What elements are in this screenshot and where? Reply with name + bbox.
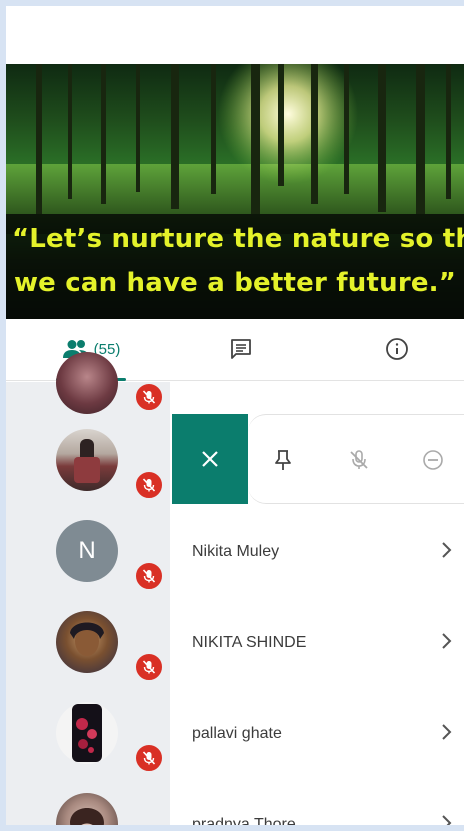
remove-icon	[423, 450, 443, 470]
close-icon	[202, 451, 218, 467]
chevron-right-icon	[442, 542, 452, 558]
info-icon	[386, 338, 408, 360]
banner-quote-line-2: we can have a better future.”	[13, 268, 457, 298]
participant-name: pradnya Thore	[192, 816, 296, 831]
mic-off-icon	[134, 652, 164, 682]
participant-list[interactable]: N Nikita Muley NIKITA SHINDE pallavi gha…	[6, 352, 464, 831]
avatar: N	[56, 520, 118, 582]
list-item[interactable]: Nikita Muley	[172, 507, 464, 597]
top-bar	[6, 6, 464, 64]
avatar	[56, 611, 118, 673]
list-item[interactable]: pradnya Thore	[172, 780, 464, 831]
chat-icon	[231, 339, 251, 359]
participant-name: NIKITA SHINDE	[192, 634, 307, 651]
pin-button[interactable]	[266, 443, 300, 477]
pin-icon	[275, 450, 291, 470]
mic-off-icon	[134, 382, 164, 412]
mic-off-icon	[134, 743, 164, 773]
chevron-right-icon	[442, 815, 452, 825]
participant-name: Nikita Muley	[192, 543, 280, 560]
banner-quote-line-1: “Let’s nurture the nature so that	[12, 224, 464, 254]
app-frame: “Let’s nurture the nature so that we can…	[0, 0, 464, 831]
mic-off-icon	[134, 561, 164, 591]
tab-chat[interactable]	[216, 319, 266, 379]
avatar	[56, 429, 118, 491]
presentation-banner: “Let’s nurture the nature so that we can…	[6, 64, 464, 319]
mic-off-icon	[134, 470, 164, 500]
participant-action-bar	[172, 414, 464, 504]
mute-button[interactable]	[342, 443, 376, 477]
avatar	[56, 702, 118, 764]
list-item[interactable]: pallavi ghate	[172, 689, 464, 779]
tab-info[interactable]	[372, 319, 422, 379]
action-panel	[248, 414, 464, 504]
remove-button[interactable]	[416, 443, 450, 477]
mic-off-icon	[350, 450, 368, 469]
chevron-right-icon	[442, 724, 452, 740]
close-actions-button[interactable]	[172, 414, 248, 504]
list-item[interactable]: NIKITA SHINDE	[172, 598, 464, 688]
participant-name: pallavi ghate	[192, 725, 282, 742]
chevron-right-icon	[442, 633, 452, 649]
avatar	[56, 352, 118, 414]
